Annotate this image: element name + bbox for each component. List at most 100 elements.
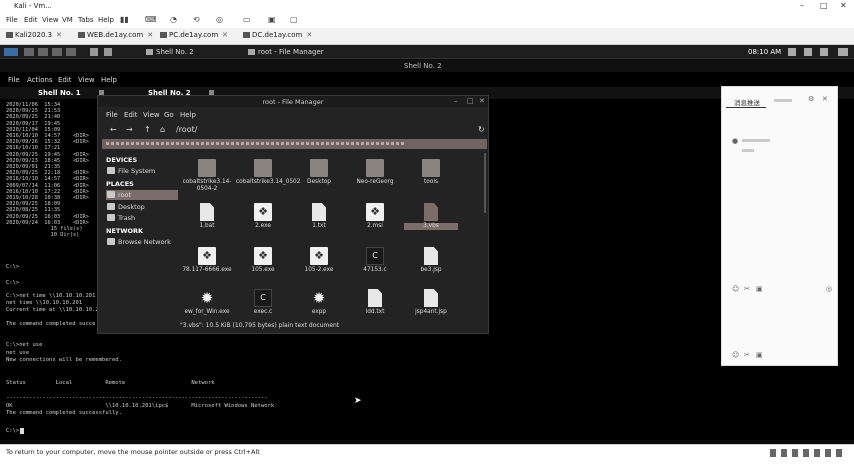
revert-icon[interactable]: ⟲ (193, 15, 200, 24)
file-item[interactable]: ❖ 2.exe (236, 203, 290, 230)
unity-icon[interactable]: ▣ (268, 15, 276, 24)
file-item[interactable]: Cexec.c (236, 289, 290, 316)
file-item[interactable]: ❖ 2.msi (348, 203, 402, 230)
sidebar-item-root[interactable]: root (106, 190, 178, 200)
terminal-tab-shell-1[interactable]: Shell No. 1 (38, 89, 104, 97)
file-manager-window[interactable]: root - File Manager – □ ✕ File Edit View… (97, 95, 489, 334)
fm-menu-file[interactable]: File (106, 111, 118, 119)
close-icon[interactable]: ✕ (479, 97, 485, 105)
minimize-icon[interactable]: – (454, 97, 458, 105)
close-tab-icon[interactable]: ✕ (56, 31, 62, 39)
maximize-icon[interactable]: □ (820, 1, 828, 10)
emoji-icon[interactable]: ☺ (732, 285, 739, 293)
close-icon[interactable]: ✕ (822, 95, 828, 103)
document-icon (200, 203, 214, 221)
close-tab-icon[interactable]: ✕ (147, 31, 153, 39)
sidebar-item-browse-network[interactable]: Browse Network (106, 237, 178, 247)
file-item[interactable]: ❖ 105-2.exe (292, 247, 346, 274)
file-item[interactable]: cobaltstrike3.14_0502 (236, 159, 300, 186)
pause-icon[interactable]: ▮▮ (120, 15, 129, 24)
menu-file[interactable]: File (6, 16, 18, 24)
menu-tabs[interactable]: Tabs (78, 16, 94, 24)
chat-tab-placeholder[interactable] (774, 99, 792, 102)
tab-web[interactable]: WEB.de1ay.com ✕ (78, 31, 153, 43)
terminal-menu-view[interactable]: View (78, 76, 95, 84)
fm-menu-help[interactable]: Help (180, 111, 196, 119)
panel-task-file-manager[interactable]: root - File Manager (248, 48, 324, 56)
kali-menu-icon[interactable] (4, 48, 18, 56)
network-icon[interactable] (788, 48, 796, 56)
minimize-icon[interactable]: – (800, 1, 804, 10)
close-tab-icon[interactable]: ✕ (306, 31, 312, 39)
file-item[interactable]: ❖ 105.exe (236, 247, 290, 274)
tab-dc[interactable]: DC.de1ay.com ✕ (243, 31, 312, 43)
terminal-menu-edit[interactable]: Edit (58, 76, 72, 84)
menu-view[interactable]: View (42, 16, 59, 24)
send-keys-icon[interactable]: ⌨ (145, 15, 157, 24)
home-icon[interactable]: ⌂ (160, 125, 165, 134)
attach-icon[interactable]: ✂ (744, 351, 750, 359)
file-item[interactable]: tools (404, 159, 458, 186)
volume-icon[interactable] (804, 48, 812, 56)
file-item[interactable]: Neo-reGeorg (348, 159, 402, 186)
workspace-2[interactable] (38, 48, 48, 56)
up-icon[interactable]: ↑ (144, 125, 151, 134)
fm-menu-view[interactable]: View (143, 111, 160, 119)
fm-menu-edit[interactable]: Edit (124, 111, 138, 119)
terminal-launcher-icon[interactable] (90, 48, 98, 56)
tab-kali[interactable]: Kali2020.3 ✕ (6, 31, 62, 43)
files-launcher-icon[interactable] (104, 48, 112, 56)
panel-task-shell[interactable]: Shell No. 2 (146, 48, 194, 56)
file-item[interactable]: ✹ ew_for_Win.exe (180, 289, 234, 316)
tab-pc[interactable]: PC.de1ay.com ✕ (160, 31, 228, 43)
snapshot-manager-icon[interactable]: ◎ (216, 15, 223, 24)
file-item[interactable]: 1.txt (292, 203, 346, 230)
emoji-icon[interactable]: ☺ (732, 351, 739, 359)
sidebar-item-file-system[interactable]: File System (106, 166, 178, 176)
menu-help[interactable]: Help (98, 16, 114, 24)
power-icon[interactable] (820, 48, 828, 56)
close-icon[interactable]: ✕ (840, 1, 847, 10)
device-status-icons[interactable] (770, 449, 842, 457)
file-item[interactable]: cobaltstrike3.14-0504-2 (180, 159, 234, 193)
file-item[interactable]: jsp4ant.jsp (404, 289, 458, 316)
close-tab-icon[interactable]: ✕ (222, 31, 228, 39)
chat-tab[interactable]: 消息推送 (734, 97, 760, 107)
menu-vm[interactable]: VM (62, 16, 73, 24)
file-item[interactable]: 1.bat (180, 203, 234, 230)
lock-icon[interactable] (838, 48, 848, 56)
fm-menu-go[interactable]: Go (164, 111, 174, 119)
location-bar[interactable] (102, 139, 487, 149)
console-icon[interactable]: ▢ (290, 15, 298, 24)
menu-edit[interactable]: Edit (24, 16, 38, 24)
forward-icon[interactable]: → (126, 125, 133, 134)
snapshot-icon[interactable]: ◔ (170, 15, 177, 24)
file-item[interactable]: ✹ expp (292, 289, 346, 316)
image-icon[interactable]: ▣ (756, 285, 763, 293)
terminal-menu-help[interactable]: Help (101, 76, 117, 84)
workspace-3[interactable] (52, 48, 62, 56)
workspace-4[interactable] (66, 48, 76, 56)
executable-icon: ❖ (254, 203, 272, 221)
sidebar-item-trash[interactable]: Trash (106, 213, 178, 223)
terminal-menu-actions[interactable]: Actions (27, 76, 53, 84)
reload-icon[interactable]: ↻ (478, 125, 485, 134)
workspace-1[interactable] (24, 48, 34, 56)
settings-icon[interactable]: ⚙ (808, 95, 814, 103)
sidebar-item-desktop[interactable]: Desktop (106, 202, 178, 212)
back-icon[interactable]: ← (110, 125, 117, 134)
image-icon[interactable]: ▣ (756, 351, 763, 359)
file-item[interactable]: ❖ 78.117-6666.exe (180, 247, 234, 274)
file-item[interactable]: 3.vbs (404, 203, 458, 230)
terminal-menu-file[interactable]: File (8, 76, 20, 84)
file-item[interactable]: be3.jsp (404, 247, 458, 274)
file-item[interactable]: C 47153.c (348, 247, 402, 274)
send-icon[interactable]: ◎ (826, 285, 832, 293)
fullscreen-icon[interactable]: ▭ (243, 15, 251, 24)
file-item[interactable]: ldd.txt (348, 289, 402, 316)
maximize-icon[interactable]: □ (467, 97, 474, 105)
location-path[interactable]: /root/ (176, 125, 197, 134)
attach-icon[interactable]: ✂ (744, 285, 750, 293)
file-item[interactable]: Desktop (292, 159, 346, 186)
file-grid-scrollbar[interactable] (484, 153, 486, 213)
